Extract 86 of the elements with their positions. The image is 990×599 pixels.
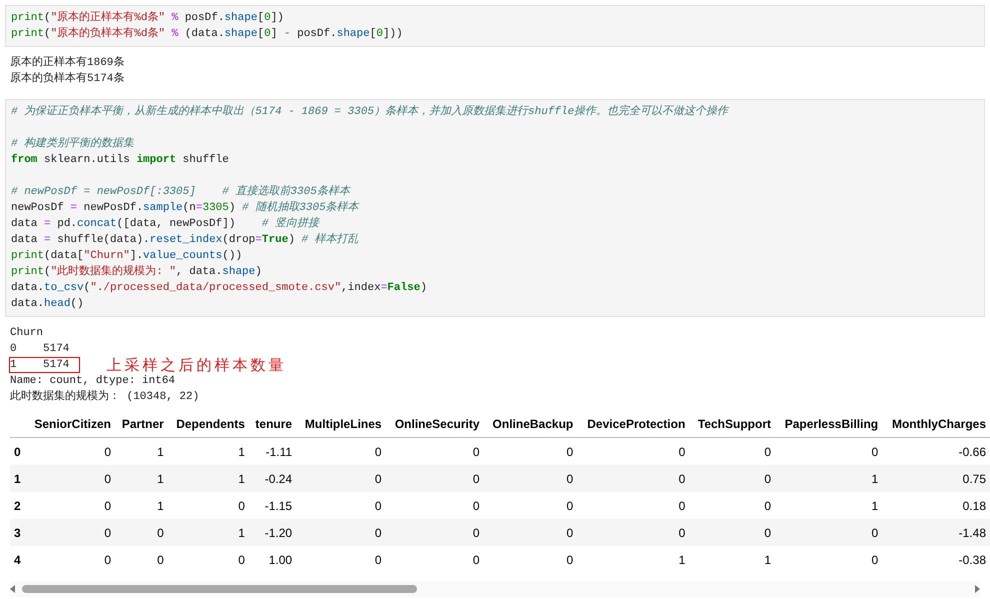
table-cell: 0 [296, 546, 386, 573]
table-cell: 0 [26, 438, 115, 465]
table-cell: -1.20 [248, 519, 296, 546]
table-cell: 0 [577, 519, 690, 546]
output-line: 原本的负样本有5174条 [9, 71, 126, 87]
horizontal-scrollbar[interactable] [10, 581, 980, 597]
row-index: 3 [10, 519, 26, 546]
table-cell: 0 [296, 465, 386, 492]
table-cell: 1 [115, 492, 168, 519]
output-line: 原本的正样本有1869条 [9, 55, 126, 71]
table-cell: 1.00 [248, 546, 296, 573]
table-cell: 1 [115, 438, 168, 465]
table-cell: 1 [168, 465, 249, 492]
table-cell: 0 [577, 438, 690, 465]
scrollbar-thumb[interactable] [22, 585, 417, 593]
table-cell: -1.11 [248, 438, 296, 465]
table-cell: 0 [689, 492, 775, 519]
table-cell: 0 [386, 519, 484, 546]
table-cell: 0 [484, 465, 578, 492]
code-line: from sklearn.utils import shuffle [11, 152, 230, 168]
table-cell: 0 [689, 465, 775, 492]
table-cell: -0.66 [882, 438, 990, 465]
code-line: print("此时数据集的规模为: ", data.shape) [11, 264, 263, 280]
annotation-text: 上采样之后的样本数量 [106, 356, 286, 374]
table-cell: 0 [26, 465, 115, 492]
table-cell: 1 [689, 546, 775, 573]
table-cell: 0 [689, 519, 775, 546]
output-line: Name: count, dtype: int64 [9, 374, 176, 389]
row-index: 4 [10, 546, 26, 573]
table-cell: 0 [775, 519, 882, 546]
table-cell: 0 [484, 438, 578, 465]
code-line: # 构建类别平衡的数据集 [11, 136, 136, 152]
table-cell: 0 [577, 492, 690, 519]
table-cell: 0 [484, 546, 578, 573]
table-cell: 0 [168, 492, 249, 519]
table-cell: 0 [296, 438, 386, 465]
row-index: 2 [10, 492, 26, 519]
table-cell: 0 [26, 519, 115, 546]
code-line: newPosDf = newPosDf.sample(n=3305) # 随机抽取3305条样本 [11, 200, 360, 216]
scroll-left-icon[interactable] [10, 585, 16, 593]
code-line: # 为保证正负样本平衡，从新生成的样本中取出（5174 - 1869 = 3305）条样本，并加入原数据集进行shuffle操作。也完全可以不做这个操作 [11, 104, 730, 120]
code-line: data.to_csv("./processed_data/processed_smote.csv",index=False) [11, 281, 428, 296]
row-index: 1 [10, 465, 26, 492]
code-line: data = pd.concat([data, newPosDf]) # 竖向拼接 [11, 216, 321, 232]
code-line: print(data["Churn"].value_counts()) [11, 249, 244, 264]
output-line: Churn [9, 326, 44, 341]
table-cell: 0 [26, 546, 115, 573]
table-cell: 0 [115, 546, 168, 573]
table-cell: 1 [577, 546, 690, 573]
code-line: data = shuffle(data).reset_index(drop=True) # 样本打乱 [11, 232, 360, 248]
table-cell: -1.48 [882, 519, 990, 546]
table-cell: 0 [26, 492, 115, 519]
table-cell: 0 [386, 438, 484, 465]
table-cell: 0 [689, 438, 775, 465]
code-line: # newPosDf = newPosDf[:3305] # 直接选取前3305条样本 [11, 184, 352, 200]
code-line: print("原本的负样本有%d条" % (data.shape[0] - posDf.shape[0])) [11, 26, 404, 42]
table-cell: 0 [168, 546, 249, 573]
table-cell: 1 [775, 465, 882, 492]
table-cell: 0 [484, 519, 578, 546]
table-cell: 0 [296, 519, 386, 546]
output-line: 0 5174 [9, 342, 70, 357]
scroll-right-icon[interactable] [974, 585, 980, 593]
table-cell: -0.38 [882, 546, 990, 573]
code-cell[interactable] [5, 99, 985, 317]
table-cell: 0 [115, 519, 168, 546]
code-cell[interactable]: print("原本的正样本有%d条" % posDf.shape[0]) print("原本的负样本有%d条" % (data.shape[0] - posDf.shape[0])) [5, 5, 985, 47]
table-cell: -0.24 [248, 465, 296, 492]
row-index: 0 [10, 438, 26, 465]
code-line: print("原本的正样本有%d条" % posDf.shape[0]) [11, 10, 285, 26]
table-cell: -1.15 [248, 492, 296, 519]
table-cell: 0 [386, 492, 484, 519]
table-cell: 0 [775, 438, 882, 465]
table-cell: 0.75 [882, 465, 990, 492]
table-cell: 0 [386, 465, 484, 492]
output-line: 此时数据集的规模为： (10348, 22) [9, 389, 200, 405]
code-line: data.head() [11, 297, 85, 312]
table-cell: 0.18 [882, 492, 990, 519]
table-cell: 1 [115, 465, 168, 492]
table-cell: 0 [484, 492, 578, 519]
table-cell: 0 [386, 546, 484, 573]
table-cell: 1 [775, 492, 882, 519]
table-cell: 0 [775, 546, 882, 573]
table-cell: 0 [296, 492, 386, 519]
table-cell: 0 [577, 465, 690, 492]
table-cell: 1 [168, 438, 249, 465]
table-cell: 1 [168, 519, 249, 546]
